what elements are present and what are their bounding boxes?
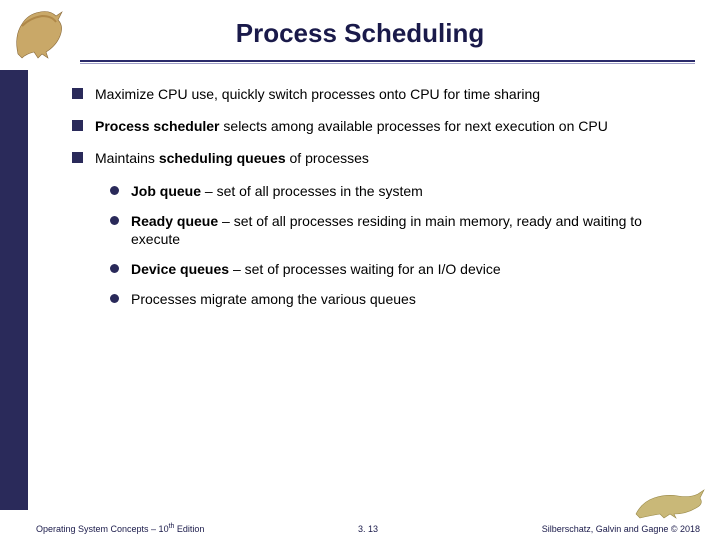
square-bullet-icon: [72, 152, 83, 163]
title-rule: [80, 60, 695, 62]
slide-content: Maximize CPU use, quickly switch process…: [72, 85, 692, 321]
sub-bullet-2: Ready queue – set of all processes resid…: [110, 212, 692, 248]
footer-page: 3. 13: [358, 524, 378, 534]
bullet-1: Maximize CPU use, quickly switch process…: [72, 85, 692, 103]
footer-left: Operating System Concepts – 10th Edition: [36, 523, 204, 534]
sidebar-stripe: [0, 70, 28, 510]
bullet-3: Maintains scheduling queues of processes: [72, 149, 692, 167]
footer: Operating System Concepts – 10th Edition…: [36, 523, 700, 534]
circle-bullet-icon: [110, 186, 119, 195]
dinosaur-bottom-icon: [634, 484, 708, 520]
square-bullet-icon: [72, 120, 83, 131]
bullet-text: Ready queue – set of all processes resid…: [131, 212, 692, 248]
sub-bullet-4: Processes migrate among the various queu…: [110, 290, 692, 308]
bullet-text: Process scheduler selects among availabl…: [95, 117, 608, 135]
footer-right: Silberschatz, Galvin and Gagne © 2018: [542, 524, 700, 534]
circle-bullet-icon: [110, 294, 119, 303]
slide-title: Process Scheduling: [0, 18, 720, 49]
title-rule-shadow: [80, 63, 695, 64]
bullet-text: Processes migrate among the various queu…: [131, 290, 416, 308]
bullet-2: Process scheduler selects among availabl…: [72, 117, 692, 135]
bullet-text: Maximize CPU use, quickly switch process…: [95, 85, 540, 103]
square-bullet-icon: [72, 88, 83, 99]
circle-bullet-icon: [110, 264, 119, 273]
bullet-text: Job queue – set of all processes in the …: [131, 182, 423, 200]
bullet-text: Device queues – set of processes waiting…: [131, 260, 501, 278]
sub-bullet-1: Job queue – set of all processes in the …: [110, 182, 692, 200]
bullet-text: Maintains scheduling queues of processes: [95, 149, 369, 167]
circle-bullet-icon: [110, 216, 119, 225]
sub-bullet-3: Device queues – set of processes waiting…: [110, 260, 692, 278]
